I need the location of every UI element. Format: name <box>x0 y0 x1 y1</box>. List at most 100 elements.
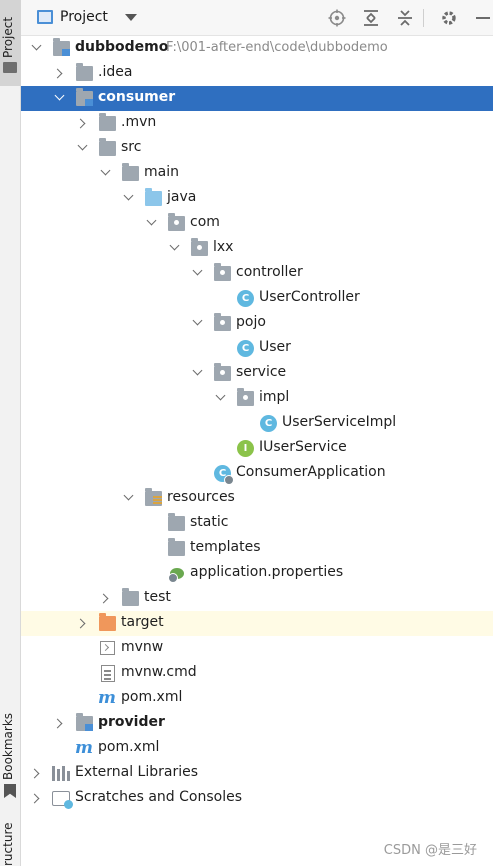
module-folder-icon <box>76 88 93 106</box>
tree-label: lxx <box>213 239 234 255</box>
chevron-down-icon[interactable] <box>124 493 134 503</box>
tree-row-user-controller[interactable]: C UserController <box>21 286 493 311</box>
project-tool-tab[interactable]: Project <box>0 0 21 86</box>
tree-label: .mvn <box>121 114 157 130</box>
module-folder-icon <box>53 38 70 56</box>
tree-row-user[interactable]: C User <box>21 336 493 361</box>
chevron-down-icon[interactable] <box>170 243 180 253</box>
chevron-down-icon[interactable] <box>193 268 203 278</box>
libraries-icon <box>52 766 70 781</box>
chevron-down-icon[interactable] <box>125 14 137 21</box>
tree-row-root-pom[interactable]: m pom.xml <box>21 736 493 761</box>
tree-row-application-properties[interactable]: application.properties <box>21 561 493 586</box>
tree-label: target <box>121 614 164 630</box>
tree-label: mvnw <box>121 639 164 655</box>
tree-row-consumer[interactable]: consumer <box>21 86 493 111</box>
tree-row-user-service-impl[interactable]: C UserServiceImpl <box>21 411 493 436</box>
tree-row-main[interactable]: main <box>21 161 493 186</box>
source-folder-icon <box>145 188 162 206</box>
tree-row-scratches[interactable]: Scratches and Consoles <box>21 786 493 811</box>
folder-icon <box>3 62 17 73</box>
chevron-down-icon[interactable] <box>55 93 65 103</box>
chevron-down-icon[interactable] <box>32 43 42 53</box>
chevron-right-icon[interactable] <box>55 68 65 78</box>
expand-all-icon[interactable] <box>361 8 381 28</box>
tree-row-consumer-application[interactable]: C ConsumerApplication <box>21 461 493 486</box>
tree-row-mvn[interactable]: .mvn <box>21 111 493 136</box>
tree-row-templates[interactable]: templates <box>21 536 493 561</box>
chevron-down-icon[interactable] <box>147 218 157 228</box>
tree-row-resources[interactable]: resources <box>21 486 493 511</box>
locate-icon[interactable] <box>327 8 347 28</box>
tree-label: IUserService <box>259 439 347 455</box>
bookmarks-tab[interactable]: Bookmarks <box>1 706 20 780</box>
tree-label: pojo <box>236 314 266 330</box>
chevron-right-icon[interactable] <box>78 618 88 628</box>
chevron-right-icon[interactable] <box>101 593 111 603</box>
bookmark-icon <box>4 784 16 798</box>
tree-row-static[interactable]: static <box>21 511 493 536</box>
tree-row-iuser-service[interactable]: I IUserService <box>21 436 493 461</box>
view-selector-label[interactable]: Project <box>60 9 108 25</box>
gear-icon[interactable] <box>439 8 459 28</box>
tree-row-consumer-pom[interactable]: m pom.xml <box>21 686 493 711</box>
tree-row-test[interactable]: test <box>21 586 493 611</box>
package-icon <box>214 263 231 281</box>
chevron-down-icon[interactable] <box>78 143 88 153</box>
tree-row-java[interactable]: java <box>21 186 493 211</box>
interface-icon: I <box>237 440 254 457</box>
chevron-down-icon[interactable] <box>124 193 134 203</box>
chevron-down-icon[interactable] <box>216 393 226 403</box>
tree-label: mvnw.cmd <box>121 664 197 680</box>
chevron-down-icon[interactable] <box>101 168 111 178</box>
chevron-right-icon[interactable] <box>55 718 65 728</box>
tree-row-impl[interactable]: impl <box>21 386 493 411</box>
tree-row-provider[interactable]: provider <box>21 711 493 736</box>
tree-row-lxx[interactable]: lxx <box>21 236 493 261</box>
hide-icon[interactable] <box>473 8 493 28</box>
tree-row-target[interactable]: target <box>21 611 493 636</box>
structure-tab[interactable]: ructure <box>1 820 20 866</box>
tree-row-external-libraries[interactable]: External Libraries <box>21 761 493 786</box>
collapse-all-icon[interactable] <box>395 8 415 28</box>
project-window-icon <box>37 10 53 24</box>
root-path: F:\001-after-end\code\dubbodemo <box>166 40 388 55</box>
tree-row-mvnw-cmd[interactable]: mvnw.cmd <box>21 661 493 686</box>
tree-label: .idea <box>98 64 133 80</box>
tree-label: src <box>121 139 142 155</box>
chevron-right-icon[interactable] <box>32 768 42 778</box>
tree-label: UserController <box>259 289 360 305</box>
tree-row-idea[interactable]: .idea <box>21 61 493 86</box>
folder-icon <box>99 113 116 131</box>
tree-label: External Libraries <box>75 764 198 780</box>
tree-row-com[interactable]: com <box>21 211 493 236</box>
module-folder-icon <box>76 713 93 731</box>
tree-label: provider <box>98 714 165 730</box>
tree-row-mvnw[interactable]: mvnw <box>21 636 493 661</box>
tree-row-dubbodemo[interactable]: dubbodemo F:\001-after-end\code\dubbodem… <box>21 36 493 61</box>
tree-row-service[interactable]: service <box>21 361 493 386</box>
toolbar-separator <box>423 9 424 27</box>
maven-icon: m <box>98 688 116 708</box>
tree-label: dubbodemo <box>75 39 169 55</box>
tree-label: test <box>144 589 171 605</box>
tree-row-pojo[interactable]: pojo <box>21 311 493 336</box>
resources-folder-icon <box>145 488 162 506</box>
package-icon <box>214 313 231 331</box>
folder-icon <box>76 63 93 81</box>
chevron-down-icon[interactable] <box>193 318 203 328</box>
tree-row-controller[interactable]: controller <box>21 261 493 286</box>
tree-row-src[interactable]: src <box>21 136 493 161</box>
folder-icon <box>168 538 185 556</box>
tree-label: static <box>190 514 229 530</box>
tree-label: pom.xml <box>121 689 183 705</box>
script-file-icon <box>100 641 115 655</box>
chevron-right-icon[interactable] <box>32 793 42 803</box>
chevron-down-icon[interactable] <box>193 368 203 378</box>
spring-boot-class-icon: C <box>214 465 234 485</box>
chevron-right-icon[interactable] <box>78 118 88 128</box>
tool-window-strip: Project Bookmarks ructure <box>0 0 21 866</box>
tree-label: User <box>259 339 291 355</box>
project-tab-label: Project <box>1 16 15 58</box>
folder-icon <box>122 163 139 181</box>
